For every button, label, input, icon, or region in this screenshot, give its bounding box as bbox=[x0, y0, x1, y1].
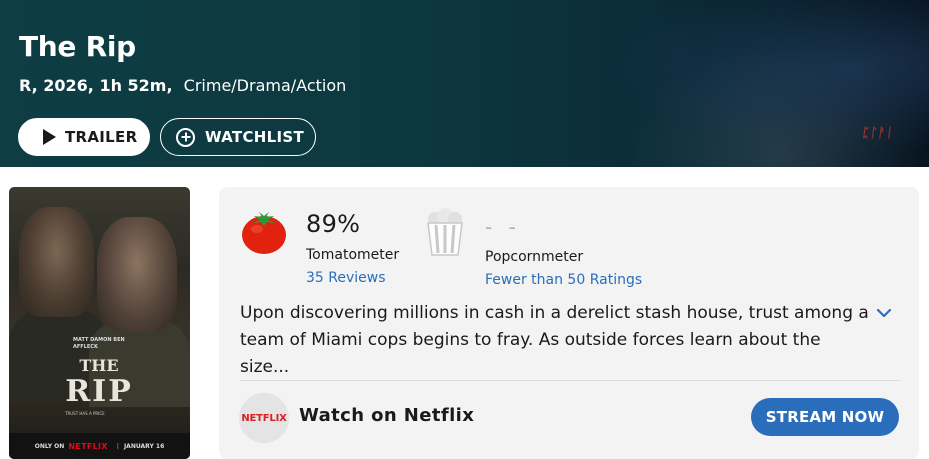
watchlist-button[interactable]: WATCHLIST bbox=[160, 118, 316, 156]
netflix-logo: NETFLIX bbox=[239, 393, 289, 443]
plus-circle-icon bbox=[176, 127, 195, 147]
tomato-icon bbox=[242, 212, 286, 254]
poster-cast-names: MATT DAMON BEN AFFLECK bbox=[73, 337, 125, 350]
tomatometer-label: Tomatometer bbox=[306, 247, 400, 263]
hero-banner: ᛈᛚᚨᛁ The Rip R, 2026, 1h 52m, Crime/Dram… bbox=[0, 0, 929, 167]
trailer-button[interactable]: TRAILER bbox=[18, 118, 150, 156]
chevron-down-icon[interactable] bbox=[876, 305, 892, 321]
poster-tagline: TRUST HAS A PRICE bbox=[65, 411, 105, 416]
poster-title: THE RIP bbox=[49, 353, 149, 409]
poster-only-on: ONLY ON bbox=[34, 442, 65, 450]
genres: Crime/Drama/Action bbox=[183, 76, 347, 95]
popcorn-bucket-icon bbox=[427, 208, 463, 256]
poster-date: JANUARY 16 bbox=[123, 442, 165, 450]
ratings-link[interactable]: Fewer than 50 Ratings bbox=[485, 272, 642, 288]
poster-face-left bbox=[19, 207, 94, 317]
divider bbox=[240, 380, 900, 381]
trailer-label: TRAILER bbox=[65, 128, 138, 146]
poster-netflix: NETFLIX bbox=[68, 441, 108, 451]
synopsis: Upon discovering millions in cash in a d… bbox=[240, 303, 869, 377]
score-card: 89% Tomatometer 35 Reviews - - Popcornme… bbox=[219, 187, 919, 459]
stream-now-button[interactable]: STREAM NOW bbox=[751, 398, 899, 436]
poster-separator: | bbox=[116, 442, 119, 450]
watchlist-label: WATCHLIST bbox=[205, 128, 304, 146]
tomatometer-score: 89% bbox=[306, 210, 361, 238]
movie-poster[interactable]: MATT DAMON BEN AFFLECK THE RIP TRUST HAS… bbox=[9, 187, 190, 459]
movie-meta: R, 2026, 1h 52m, Crime/Drama/Action bbox=[19, 76, 346, 95]
poster-face-right bbox=[97, 217, 177, 332]
popcornmeter-label: Popcornmeter bbox=[485, 249, 584, 265]
poster-footer: ONLY ON NETFLIX | JANUARY 16 bbox=[9, 433, 190, 459]
popcornmeter-score: - - bbox=[485, 215, 521, 239]
movie-title: The Rip bbox=[19, 30, 136, 63]
hero-background-sign: ᛈᛚᚨᛁ bbox=[860, 126, 895, 141]
poster-title-rip: RIP bbox=[65, 374, 133, 409]
play-icon bbox=[43, 129, 56, 145]
rating-year-runtime: R, 2026, 1h 52m, bbox=[19, 76, 173, 95]
hero-background-image bbox=[560, 0, 929, 167]
watch-on-netflix[interactable]: Watch on Netflix bbox=[299, 405, 474, 426]
reviews-link[interactable]: 35 Reviews bbox=[306, 270, 386, 286]
